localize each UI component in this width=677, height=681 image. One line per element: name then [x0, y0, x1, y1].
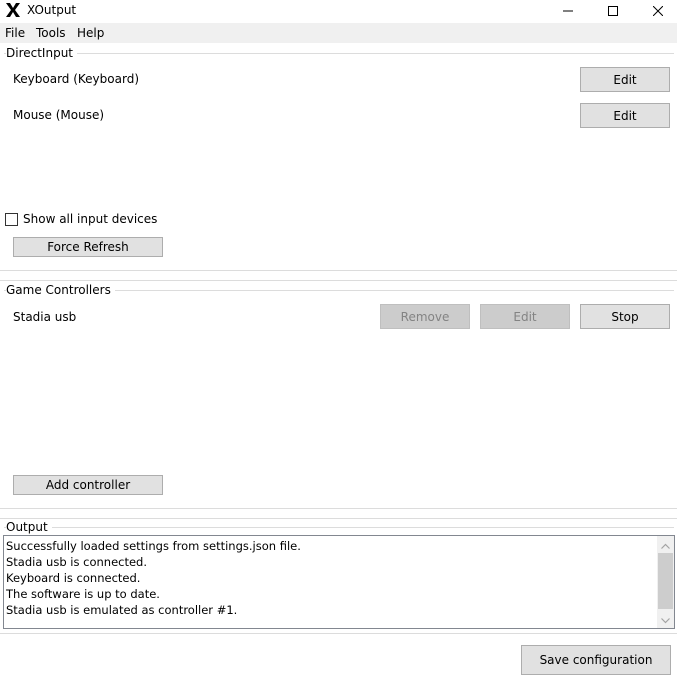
- xoutput-window: XOutput File Tools Help DirectInput Keyb…: [0, 0, 677, 681]
- add-controller-button-label: Add controller: [45, 478, 131, 492]
- window-title: XOutput: [27, 3, 77, 17]
- minimize-button[interactable]: [545, 0, 591, 22]
- menu-help[interactable]: Help: [77, 26, 104, 40]
- add-controller-button[interactable]: Add controller: [13, 475, 163, 495]
- chevron-down-icon: [661, 613, 670, 627]
- output-line: Successfully loaded settings from settin…: [6, 539, 301, 553]
- chevron-up-icon: [661, 538, 670, 552]
- menu-tools[interactable]: Tools: [36, 26, 66, 40]
- scrollbar-thumb[interactable]: [658, 553, 673, 609]
- separator: [0, 518, 677, 519]
- output-line: Keyboard is connected.: [6, 571, 141, 585]
- device-label-mouse: Mouse (Mouse): [13, 108, 105, 122]
- menu-file[interactable]: File: [5, 26, 25, 40]
- close-button[interactable]: [635, 0, 677, 22]
- edit-mouse-button-label: Edit: [613, 108, 637, 123]
- output-scrollbar[interactable]: [657, 536, 674, 628]
- stop-controller-button[interactable]: Stop: [580, 304, 670, 329]
- force-refresh-button[interactable]: Force Refresh: [13, 237, 163, 257]
- separator: [0, 508, 677, 509]
- close-icon: [653, 6, 663, 16]
- output-line: Stadia usb is connected.: [6, 555, 148, 569]
- title-bar[interactable]: XOutput: [0, 0, 677, 23]
- edit-keyboard-button-label: Edit: [613, 72, 637, 87]
- directinput-group-border: [4, 53, 674, 54]
- separator: [0, 633, 677, 634]
- directinput-group-title: DirectInput: [6, 46, 78, 60]
- edit-mouse-button[interactable]: Edit: [580, 103, 670, 128]
- scroll-down-button[interactable]: [657, 611, 674, 628]
- output-lines: Successfully loaded settings from settin…: [6, 538, 301, 618]
- separator: [0, 280, 677, 281]
- scroll-up-button[interactable]: [657, 536, 674, 553]
- remove-controller-button[interactable]: Remove: [380, 304, 470, 329]
- maximize-icon: [608, 6, 618, 16]
- separator: [0, 270, 677, 271]
- controller-label-stadia: Stadia usb: [13, 310, 77, 324]
- game-controllers-group-title: Game Controllers: [6, 283, 115, 297]
- output-log[interactable]: Successfully loaded settings from settin…: [3, 535, 675, 629]
- output-group-title: Output: [6, 520, 52, 534]
- show-all-devices-checkbox[interactable]: [5, 213, 18, 226]
- minimize-icon: [563, 6, 573, 16]
- output-group-border: [4, 527, 674, 528]
- xoutput-x-icon: [5, 2, 21, 18]
- edit-controller-button[interactable]: Edit: [480, 304, 570, 329]
- device-label-keyboard: Keyboard (Keyboard): [13, 72, 139, 86]
- save-configuration-button-label: Save configuration: [539, 653, 653, 667]
- show-all-devices-label[interactable]: Show all input devices: [23, 212, 157, 226]
- save-configuration-button[interactable]: Save configuration: [521, 645, 671, 675]
- remove-controller-button-label: Remove: [400, 309, 450, 324]
- menu-bar: File Tools Help: [0, 23, 677, 43]
- force-refresh-button-label: Force Refresh: [47, 240, 129, 254]
- edit-keyboard-button[interactable]: Edit: [580, 67, 670, 92]
- maximize-button[interactable]: [590, 0, 636, 22]
- edit-controller-button-label: Edit: [513, 309, 537, 324]
- output-line: Stadia usb is emulated as controller #1.: [6, 603, 238, 617]
- stop-controller-button-label: Stop: [611, 309, 639, 324]
- output-line: The software is up to date.: [6, 587, 160, 601]
